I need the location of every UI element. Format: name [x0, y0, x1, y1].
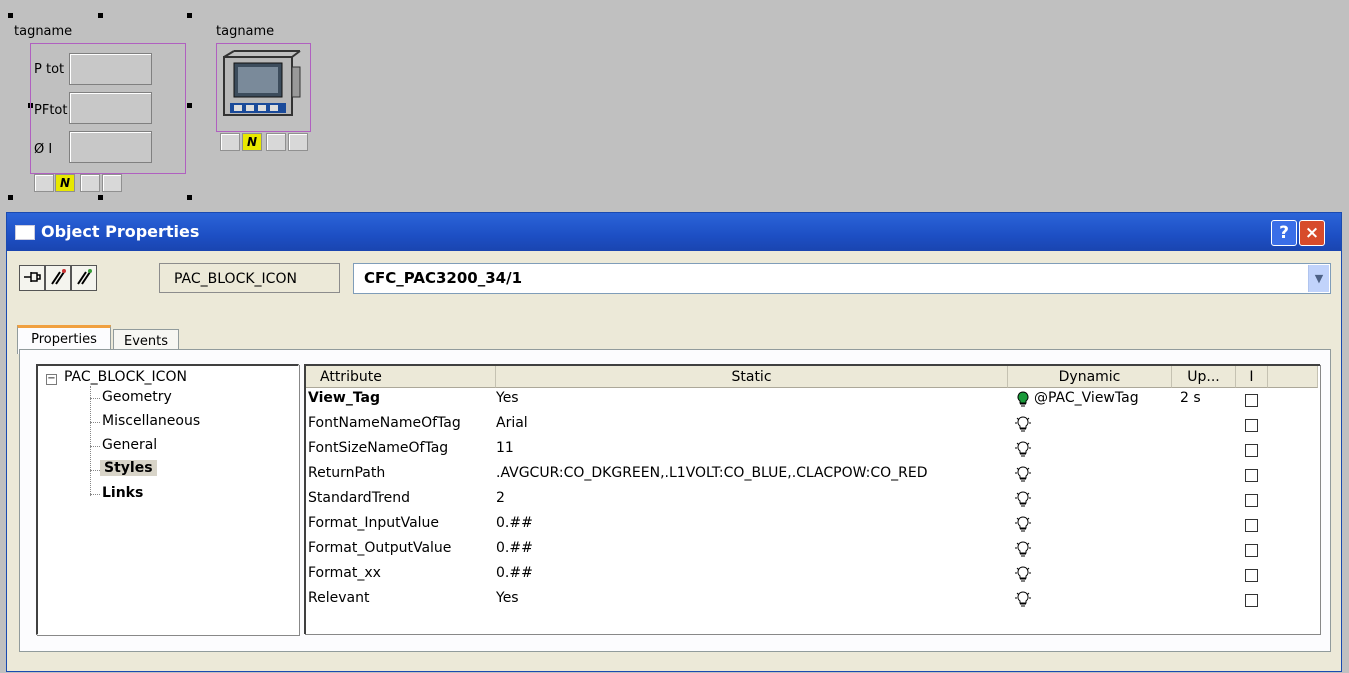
selection-handle[interactable]: [98, 195, 103, 200]
tree-line: [90, 494, 100, 495]
status-button[interactable]: [102, 174, 122, 192]
status-button[interactable]: [220, 133, 240, 151]
close-button[interactable]: ×: [1299, 220, 1325, 246]
pin-icon[interactable]: [19, 265, 45, 291]
tree-line: [90, 470, 100, 471]
tree-item-geometry[interactable]: Geometry: [102, 389, 172, 405]
attribute-cell[interactable]: Format_InputValue: [308, 515, 439, 531]
copy-properties-icon[interactable]: [45, 265, 71, 291]
indirect-checkbox[interactable]: [1245, 394, 1258, 407]
paste-properties-icon[interactable]: [71, 265, 97, 291]
indirect-checkbox[interactable]: [1245, 519, 1258, 532]
static-value-cell[interactable]: Yes: [496, 390, 519, 406]
static-value-cell[interactable]: 11: [496, 440, 514, 456]
indirect-checkbox[interactable]: [1245, 569, 1258, 582]
tree-item-links[interactable]: Links: [102, 485, 143, 501]
object-tree[interactable]: − PAC_BLOCK_ICON Geometry Miscellaneous …: [36, 364, 299, 635]
dynamic-bulb-icon[interactable]: [1014, 540, 1032, 558]
status-button[interactable]: [34, 174, 54, 192]
dynamic-value-cell[interactable]: @PAC_ViewTag: [1034, 390, 1139, 406]
dynamic-bulb-icon[interactable]: [1014, 565, 1032, 583]
static-value-cell[interactable]: 2: [496, 490, 505, 506]
static-value-cell[interactable]: .AVGCUR:CO_DKGREEN,.L1VOLT:CO_BLUE,.CLAC…: [496, 465, 928, 481]
update-cycle-cell[interactable]: 2 s: [1180, 390, 1201, 406]
status-button[interactable]: [80, 174, 100, 192]
static-value-cell[interactable]: 0.##: [496, 515, 533, 531]
attribute-cell[interactable]: ReturnPath: [308, 465, 385, 481]
selection-handle[interactable]: [187, 13, 192, 18]
dynamic-bulb-icon[interactable]: [1014, 465, 1032, 483]
title-bar[interactable]: Object Properties ? ×: [7, 213, 1341, 251]
attribute-cell[interactable]: View_Tag: [308, 390, 380, 406]
tree-line: [90, 422, 100, 423]
attribute-cell[interactable]: StandardTrend: [308, 490, 410, 506]
object-name-dropdown[interactable]: CFC_PAC3200_34/1 ▼: [353, 263, 1331, 294]
selection-handle[interactable]: [8, 13, 13, 18]
status-button[interactable]: [288, 133, 308, 151]
tree-item-general[interactable]: General: [102, 437, 157, 453]
static-value-cell[interactable]: 0.##: [496, 565, 533, 581]
tree-item-miscellaneous[interactable]: Miscellaneous: [102, 413, 200, 429]
power-meter-icon: [223, 50, 301, 116]
tree-root[interactable]: PAC_BLOCK_ICON: [64, 369, 187, 385]
tree-item-styles[interactable]: Styles: [100, 460, 157, 476]
dynamic-bulb-icon[interactable]: [1014, 490, 1032, 508]
current-field: [69, 131, 152, 163]
column-header-static[interactable]: Static: [496, 366, 1008, 388]
dynamic-bulb-icon[interactable]: [1014, 590, 1032, 608]
pftot-field: [69, 92, 152, 124]
attribute-cell[interactable]: FontSizeNameOfTag: [308, 440, 448, 456]
indirect-checkbox[interactable]: [1245, 544, 1258, 557]
status-n-button[interactable]: N: [55, 174, 75, 192]
help-button[interactable]: ?: [1271, 220, 1297, 246]
collapse-icon[interactable]: −: [46, 374, 57, 385]
tree-line: [90, 398, 100, 399]
status-button[interactable]: [266, 133, 286, 151]
status-n-button[interactable]: N: [242, 133, 262, 151]
indirect-checkbox[interactable]: [1245, 594, 1258, 607]
pftot-label: PFtot: [34, 103, 68, 118]
tree-line: [90, 386, 91, 496]
static-value-cell[interactable]: 0.##: [496, 540, 533, 556]
current-label: Ø I: [34, 142, 53, 157]
attribute-grid[interactable]: Attribute Static Dynamic Up... I View_Ta…: [304, 364, 1320, 634]
static-value-cell[interactable]: Yes: [496, 590, 519, 606]
selection-handle[interactable]: [187, 103, 192, 108]
attribute-cell[interactable]: Format_OutputValue: [308, 540, 451, 556]
indirect-checkbox[interactable]: [1245, 444, 1258, 457]
column-header-empty: [1268, 366, 1318, 388]
selection-handle[interactable]: [187, 195, 192, 200]
dynamic-active-bulb-icon[interactable]: [1014, 390, 1032, 408]
static-value-cell[interactable]: Arial: [496, 415, 528, 431]
attribute-cell[interactable]: Format_xx: [308, 565, 381, 581]
selection-handle[interactable]: [8, 195, 13, 200]
indirect-checkbox[interactable]: [1245, 494, 1258, 507]
chevron-down-icon[interactable]: ▼: [1308, 265, 1329, 292]
indirect-checkbox[interactable]: [1245, 419, 1258, 432]
column-header-indirect[interactable]: I: [1236, 366, 1268, 388]
selection-handle[interactable]: [98, 13, 103, 18]
dynamic-bulb-icon[interactable]: [1014, 415, 1032, 433]
ptot-field: [69, 53, 152, 85]
object-type-field: PAC_BLOCK_ICON: [159, 263, 340, 293]
dynamic-bulb-icon[interactable]: [1014, 440, 1032, 458]
dynamic-bulb-icon[interactable]: [1014, 515, 1032, 533]
window-icon: [15, 225, 35, 240]
object-properties-dialog: Object Properties ? × PAC_BLOCK_ICON CFC…: [6, 212, 1342, 672]
column-header-dynamic[interactable]: Dynamic: [1008, 366, 1172, 388]
object-name-value: CFC_PAC3200_34/1: [364, 269, 523, 287]
column-header-attribute[interactable]: Attribute: [306, 366, 496, 388]
properties-panel: − PAC_BLOCK_ICON Geometry Miscellaneous …: [19, 349, 1331, 652]
attribute-cell[interactable]: FontNameNameOfTag: [308, 415, 461, 431]
dialog-title: Object Properties: [41, 222, 200, 241]
tagname-label: tagname: [216, 24, 275, 39]
tagname-label: tagname: [14, 24, 73, 39]
ptot-label: P tot: [34, 62, 65, 77]
indirect-checkbox[interactable]: [1245, 469, 1258, 482]
tree-line: [90, 446, 100, 447]
column-header-update[interactable]: Up...: [1172, 366, 1236, 388]
attribute-cell[interactable]: Relevant: [308, 590, 369, 606]
